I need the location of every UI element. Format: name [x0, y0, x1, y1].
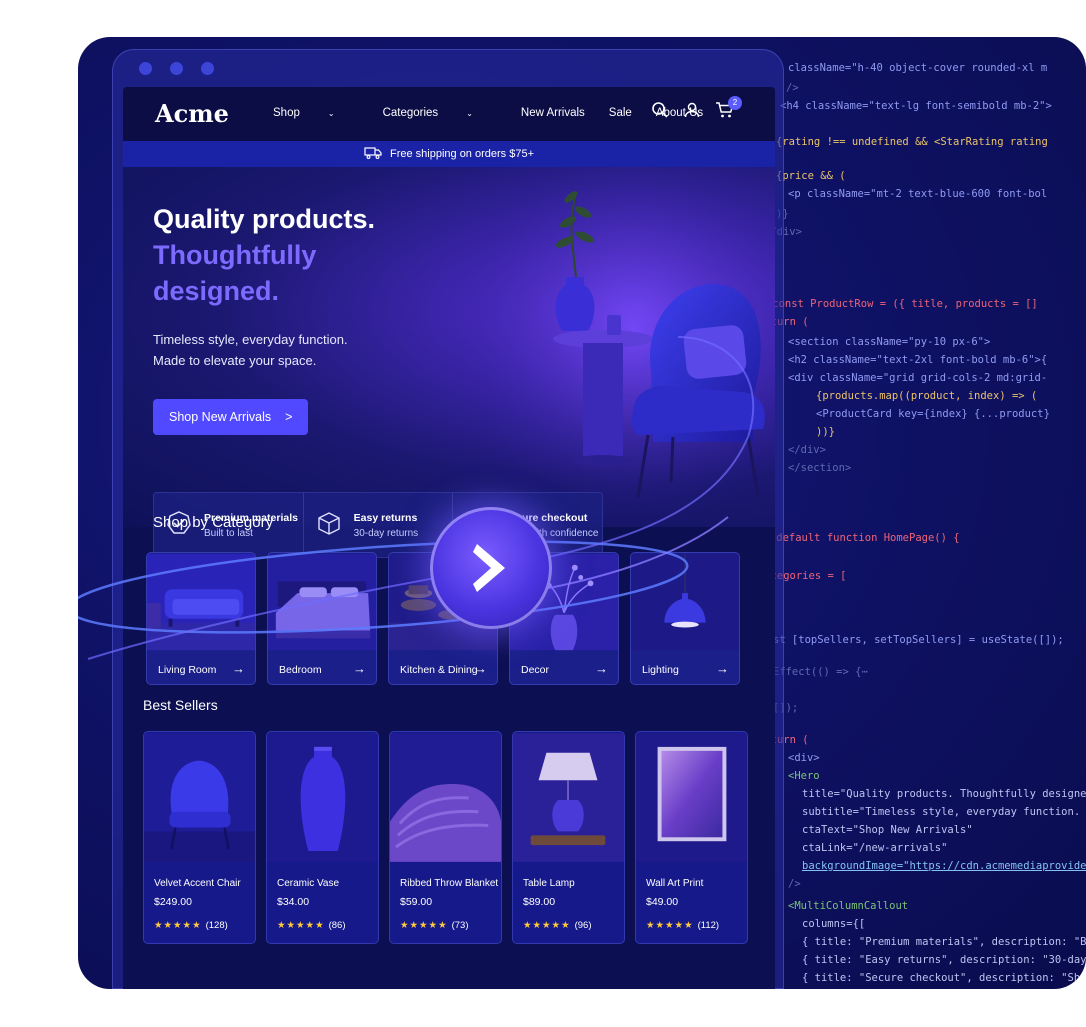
- shop-new-arrivals-button[interactable]: Shop New Arrivals >: [153, 399, 309, 435]
- velvet-chair-image: [144, 733, 255, 862]
- code-line: ctaLink="/new-arrivals": [802, 842, 948, 854]
- arrow-right-icon: →: [595, 661, 608, 676]
- living-room-image: [147, 553, 255, 651]
- product-rating: ★★★★★ (86): [277, 920, 346, 931]
- shipping-text: Free shipping on orders $75+: [389, 148, 534, 160]
- hero-section: Quality products. Thoughtfully designed.…: [123, 167, 775, 558]
- code-line: backgroundImage="https://cdn.acmemediapr…: [802, 860, 1086, 872]
- wall-art-image: [636, 733, 747, 862]
- star-rating-icon: ★★★★★: [523, 920, 571, 931]
- category-card-lighting[interactable]: Lighting →: [630, 552, 740, 685]
- nav-item-sale[interactable]: Sale: [609, 107, 632, 119]
- arrow-right-icon: →: [474, 661, 487, 676]
- hero-title: Quality products. Thoughtfully designed.: [153, 204, 376, 306]
- product-rating: ★★★★★ (112): [646, 920, 720, 931]
- category-card-bedroom[interactable]: Bedroom →: [267, 552, 377, 685]
- best-sellers-grid: Velvet Accent Chair $249.00 ★★★★★ (128) C…: [143, 731, 748, 944]
- code-line: { title: "Easy returns", description: "3…: [802, 954, 1086, 966]
- feature-item: Easy returns 30-day returns: [304, 493, 454, 557]
- code-line: {rating !== undefined && <StarRating rat…: [776, 136, 1048, 148]
- code-line: <p className="mt-2 text-blue-600 font-bo…: [788, 188, 1048, 200]
- throw-blanket-image: [390, 733, 501, 862]
- code-line: title="Quality products. Thoughtfully de…: [802, 788, 1086, 800]
- code-line: subtitle="Timeless style, everyday funct…: [802, 806, 1086, 818]
- section-title-best-sellers: Best Sellers: [143, 697, 218, 713]
- code-line: <h4 className="text-lg font-semibold mb-…: [780, 100, 1052, 112]
- code-line: ))}: [816, 426, 835, 438]
- nav-item-categories[interactable]: Categories ⌄: [383, 107, 497, 119]
- bedroom-image: [268, 553, 376, 651]
- arrow-right-icon: →: [716, 661, 729, 676]
- code-line: <section className="py-10 px-6">: [788, 336, 991, 348]
- cart-count-badge: 2: [728, 96, 742, 110]
- code-line: <MultiColumnCallout: [788, 900, 909, 912]
- window-dot[interactable]: [139, 62, 152, 75]
- ceramic-vase-image: [267, 733, 378, 862]
- code-line: ]}: [802, 987, 815, 989]
- category-card-living-room[interactable]: Living Room →: [146, 552, 256, 685]
- window-dot[interactable]: [201, 62, 214, 75]
- lighting-image: [631, 553, 739, 651]
- hero-subtitle: Timeless style, everyday function. Made …: [153, 332, 348, 368]
- product-card[interactable]: Wall Art Print $49.00 ★★★★★ (112): [635, 731, 748, 944]
- product-card[interactable]: Ribbed Throw Blanket $59.00 ★★★★★ (73): [389, 731, 502, 944]
- star-rating-icon: ★★★★★: [277, 920, 325, 931]
- code-line: <h2 className="text-2xl font-bold mb-6">…: [788, 354, 1048, 366]
- next-arrow-button[interactable]: [430, 507, 552, 629]
- nav-item-shop[interactable]: Shop ⌄: [273, 107, 359, 119]
- search-icon[interactable]: [651, 101, 669, 119]
- arrow-right-icon: →: [232, 661, 245, 676]
- site-header: Acme Shop ⌄ Categories ⌄ New Arrivals Sale…: [123, 87, 775, 141]
- chevron-down-icon: ⌄: [466, 109, 473, 118]
- code-line: />: [786, 82, 799, 94]
- product-card[interactable]: Ceramic Vase $34.00 ★★★★★ (86): [266, 731, 379, 944]
- code-line: const [topSellers, setTopSellers] = useS…: [754, 634, 1064, 646]
- star-rating-icon: ★★★★★: [400, 920, 448, 931]
- code-line: ctaText="Shop New Arrivals": [802, 824, 973, 836]
- code-line: <Hero: [788, 770, 820, 782]
- section-title-categories: Shop by Category: [153, 514, 274, 531]
- chevron-right-icon: >: [285, 410, 293, 424]
- box-icon: [316, 510, 342, 541]
- code-line: <ProductCard key={index} {...product}: [816, 408, 1050, 420]
- code-line: { title: "Secure checkout", description:…: [802, 972, 1086, 984]
- code-line: <div className="grid grid-cols-2 md:grid…: [788, 372, 1048, 384]
- cart-icon[interactable]: 2: [715, 96, 742, 119]
- code-line: </div>: [788, 444, 826, 456]
- site-logo[interactable]: Acme: [155, 99, 229, 128]
- chevron-right-icon: [473, 544, 505, 592]
- product-card[interactable]: Table Lamp $89.00 ★★★★★ (96): [512, 731, 625, 944]
- code-line: <div>: [788, 752, 820, 764]
- window-dot[interactable]: [170, 62, 183, 75]
- code-line: />: [788, 878, 801, 890]
- shipping-banner: Free shipping on orders $75+: [123, 141, 775, 167]
- chevron-down-icon: ⌄: [327, 109, 335, 118]
- nav-item-new-arrivals[interactable]: New Arrivals: [521, 107, 585, 119]
- code-line: columns={[: [802, 918, 866, 930]
- code-line: </section>: [788, 462, 852, 474]
- code-line: { title: "Premium materials", descriptio…: [802, 936, 1086, 948]
- product-rating: ★★★★★ (128): [154, 920, 228, 931]
- product-rating: ★★★★★ (96): [523, 920, 592, 931]
- code-line: className="h-40 object-cover rounded-xl …: [788, 62, 1048, 74]
- star-rating-icon: ★★★★★: [646, 920, 694, 931]
- table-lamp-image: [513, 733, 624, 862]
- star-rating-icon: ★★★★★: [154, 920, 202, 931]
- truck-icon: [364, 146, 382, 162]
- product-rating: ★★★★★ (73): [400, 920, 469, 931]
- code-line: {products.map((product, index) => (: [816, 390, 1038, 402]
- product-card[interactable]: Velvet Accent Chair $249.00 ★★★★★ (128): [143, 731, 256, 944]
- account-icon[interactable]: [683, 101, 701, 119]
- arrow-right-icon: →: [353, 661, 366, 676]
- header-icons: 2: [651, 96, 742, 119]
- window-controls: [139, 62, 214, 75]
- code-line: {price && (: [776, 170, 846, 182]
- showcase-panel: className="h-40 object-cover rounded-xl …: [78, 37, 1086, 989]
- hero-chair-image: [423, 167, 775, 527]
